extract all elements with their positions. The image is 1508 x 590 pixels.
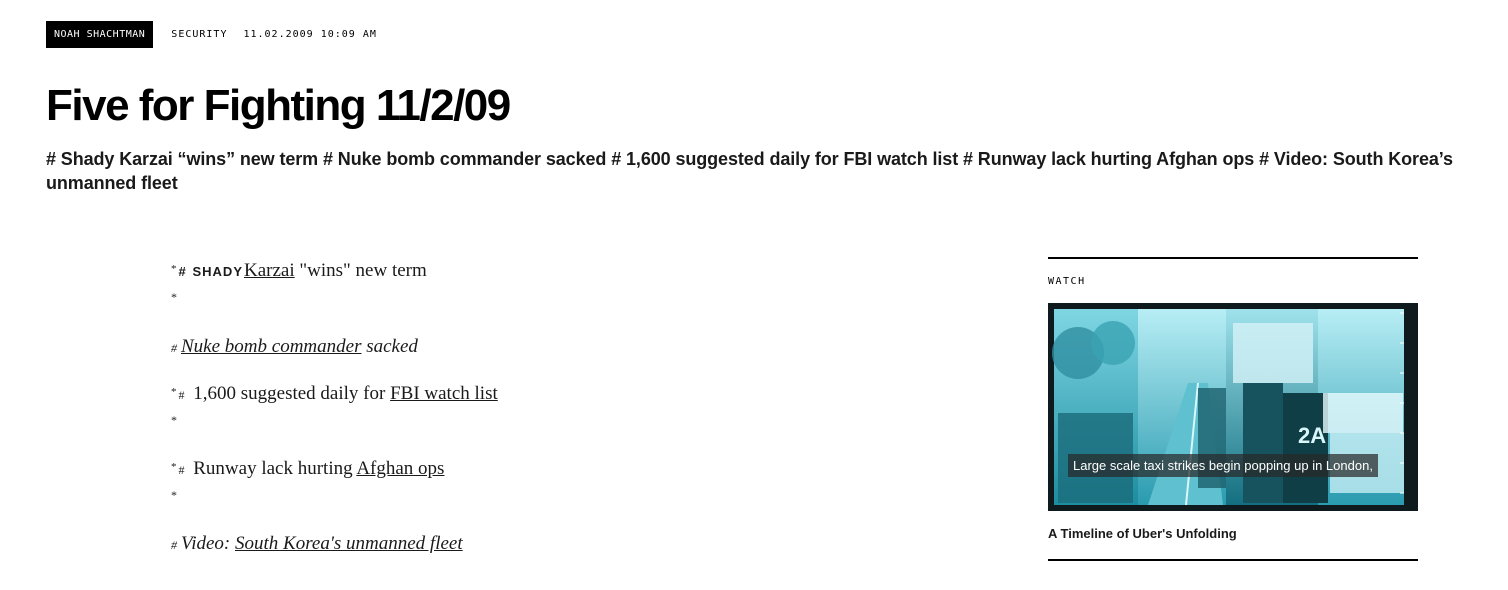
article-title: Five for Fighting 11/2/09 <box>46 81 511 130</box>
bullet-mark: * <box>171 386 177 398</box>
list-item: # Nuke bomb commander sacked <box>171 336 418 358</box>
author-link[interactable]: NOAH SHACHTMAN <box>46 21 154 48</box>
karzai-link[interactable]: Karzai <box>244 260 295 281</box>
list-item: * # Runway lack hurting Afghan ops <box>171 458 444 480</box>
star-mark: * <box>171 413 177 427</box>
video-caption: Large scale taxi strikes begin popping u… <box>1068 454 1378 477</box>
hash-mark: # <box>178 388 185 402</box>
item-text: Runway lack hurting <box>188 458 357 479</box>
fbi-watch-list-link[interactable]: FBI watch list <box>390 383 498 404</box>
nuke-commander-link[interactable]: Nuke bomb commander <box>181 336 361 357</box>
list-item: # Video: South Korea's unmanned fleet <box>171 533 463 555</box>
video-title-link[interactable]: A Timeline of Uber's Unfolding <box>1048 526 1418 541</box>
hash-mark: # <box>178 463 185 477</box>
hash-mark: # <box>171 341 177 355</box>
item-text: sacked <box>361 336 418 357</box>
lead-word: SHADY <box>192 264 243 279</box>
list-item: * # SHADYKarzai "wins" new term <box>171 260 427 282</box>
item-text: "wins" new term <box>294 260 427 281</box>
divider <box>1048 559 1418 561</box>
item-text: Video: <box>181 533 235 554</box>
item-text: 1,600 suggested daily for <box>188 383 391 404</box>
bullet-mark: * <box>171 263 177 275</box>
afghan-ops-link[interactable]: Afghan ops <box>356 458 444 479</box>
star-mark: * <box>171 290 177 304</box>
svg-text:2A: 2A <box>1298 423 1326 448</box>
divider <box>1048 257 1418 259</box>
video-thumbnail: 2A <box>1048 303 1418 511</box>
category-link[interactable]: SECURITY <box>171 29 227 40</box>
star-mark: * <box>171 488 177 502</box>
list-item: * # 1,600 suggested daily for FBI watch l… <box>171 383 498 405</box>
section-label: WATCH <box>1048 276 1086 287</box>
hash-mark: # <box>171 538 177 552</box>
publish-date: 11.02.2009 10:09 AM <box>243 29 377 40</box>
video-player[interactable]: 2A Large scale taxi strikes begin poppin… <box>1048 303 1418 511</box>
hash-mark: # <box>178 264 187 279</box>
watch-sidebar: WATCH 2A Large scale taxi strikes begin … <box>1048 257 1418 561</box>
byline: NOAH SHACHTMAN SECURITY 11.02.2009 10:09… <box>46 21 377 48</box>
south-korea-fleet-link[interactable]: South Korea's unmanned fleet <box>235 533 463 554</box>
bullet-mark: * <box>171 461 177 473</box>
article-dek: # Shady Karzai “wins” new term # Nuke bo… <box>46 149 1453 193</box>
